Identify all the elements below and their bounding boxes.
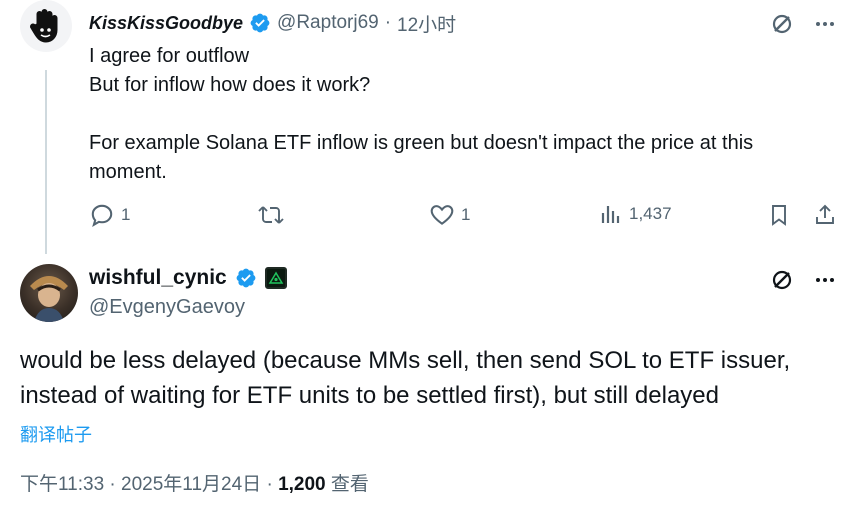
post-date[interactable]: 2025年11月24日 [121, 474, 261, 495]
author-handle[interactable]: @EvgenyGaevoy [89, 296, 245, 319]
separator-dot: · [109, 474, 116, 495]
views-icon [601, 206, 620, 223]
views-button[interactable]: 1,437 [599, 202, 672, 226]
like-icon [430, 205, 454, 225]
bookmark-button[interactable] [767, 202, 791, 228]
separator-dot: · [266, 474, 273, 495]
author-name[interactable]: wishful_cynic [89, 266, 227, 290]
author-handle[interactable]: @Raptorj69 [277, 12, 379, 34]
reply-action-bar: 1 1 1,437 [89, 202, 839, 230]
reply-top-actions [770, 12, 836, 36]
separator-dot: · [384, 12, 392, 33]
text-line: would be less delayed (because MMs sell,… [20, 347, 791, 374]
share-button[interactable] [813, 202, 837, 228]
views-label: 查看 [330, 474, 369, 495]
main-author-row: wishful_cynic [89, 266, 287, 290]
post-time[interactable]: 12小时 [397, 10, 456, 37]
reply-button[interactable]: 1 [89, 202, 130, 228]
main-top-actions [770, 268, 836, 292]
share-icon [816, 204, 834, 224]
bookmark-icon [772, 205, 786, 226]
more-icon[interactable] [814, 269, 836, 291]
reply-count: 1 [121, 205, 131, 224]
text-line: moment. [89, 161, 167, 183]
views-count: 1,437 [629, 204, 672, 223]
text-line: instead of waiting for ETF units to be s… [20, 382, 719, 409]
main-post-text: would be less delayed (because MMs sell,… [20, 343, 840, 413]
more-icon[interactable] [814, 13, 836, 35]
reply-icon [91, 204, 113, 227]
post-time[interactable]: 下午11:33 [20, 474, 104, 495]
avatar[interactable] [20, 0, 72, 52]
verified-badge-icon [236, 268, 256, 288]
thread-connector-line [45, 70, 47, 254]
retweet-button[interactable] [257, 202, 285, 228]
reply-header: KissKissGoodbye @Raptorj69 · 12小时 [89, 10, 456, 36]
avatar[interactable] [20, 264, 78, 322]
reply-text: I agree for outflow But for inflow how d… [89, 42, 839, 187]
verified-badge-icon [250, 13, 270, 33]
text-line: For example Solana ETF inflow is green b… [89, 132, 754, 154]
translate-post-link[interactable]: 翻译帖子 [20, 421, 92, 447]
affiliate-badge-icon[interactable] [264, 267, 287, 289]
like-count: 1 [461, 205, 471, 224]
text-line: But for inflow how does it work? [89, 74, 371, 96]
grok-icon[interactable] [770, 12, 794, 36]
like-button[interactable]: 1 [429, 202, 470, 228]
text-line [89, 100, 839, 129]
hand-logo-icon [30, 9, 58, 43]
text-line: I agree for outflow [89, 45, 250, 67]
author-name[interactable]: KissKissGoodbye [89, 13, 243, 34]
views-count: 1,200 [278, 474, 326, 495]
post-meta: 下午11:33 · 2025年11月24日 · 1,200 查看 [20, 469, 369, 496]
retweet-icon [258, 206, 284, 224]
grok-icon[interactable] [770, 268, 794, 292]
avatar-illustration-icon [30, 276, 68, 322]
